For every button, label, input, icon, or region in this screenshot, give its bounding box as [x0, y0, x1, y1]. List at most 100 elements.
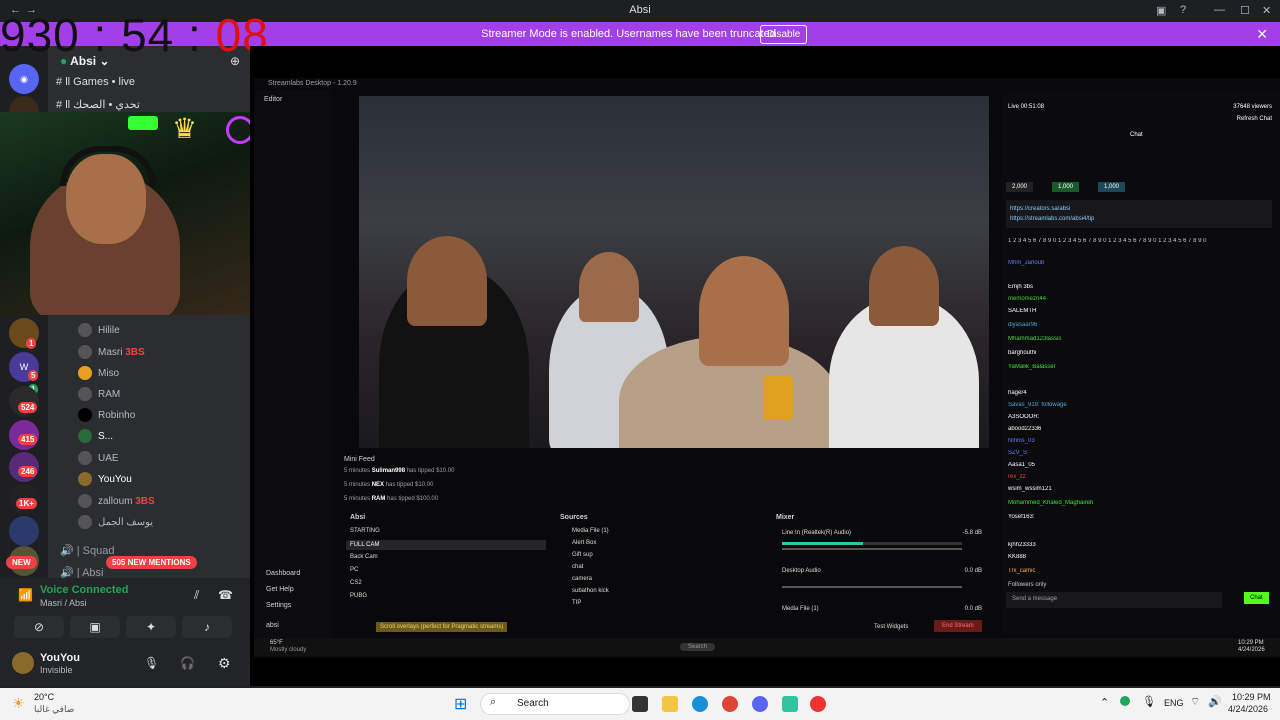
nav-dashboard[interactable]: Dashboard	[266, 570, 300, 577]
member-item[interactable]: zalloum 3BS	[78, 493, 155, 511]
file-explorer-icon[interactable]	[662, 696, 678, 712]
scene-item[interactable]: FULL CAM	[346, 540, 546, 550]
maximize-icon[interactable]: ☐	[1240, 4, 1250, 17]
app-icon[interactable]	[810, 696, 826, 712]
tray-app-icon[interactable]	[1120, 696, 1130, 706]
voice-channel-item[interactable]: 🔊 | Squad	[60, 544, 114, 557]
channel-item[interactable]: # ll تحدي • الصحك	[56, 98, 140, 111]
channel-item[interactable]: # ll Games • live	[56, 76, 135, 88]
chat-input[interactable]: Send a message	[1006, 592, 1222, 608]
volume-icon[interactable]: 🔊	[1208, 695, 1222, 708]
member-item[interactable]: Masri 3BS	[78, 344, 145, 362]
close-icon[interactable]: ✕	[1262, 4, 1271, 17]
volume-slider[interactable]	[782, 548, 962, 550]
screen-share-button[interactable]: ▣	[70, 616, 120, 638]
source-item[interactable]: chat	[572, 564, 583, 570]
disconnect-icon[interactable]: ☎	[218, 588, 233, 602]
member-item[interactable]: YouYou	[78, 471, 132, 489]
source-item[interactable]: Gift sup	[572, 552, 593, 558]
timer-sep: :	[93, 9, 108, 61]
member-item[interactable]: S...	[78, 428, 113, 446]
mixer-db: 0.0 dB	[964, 568, 982, 574]
headphones-icon[interactable]: 🎧	[180, 656, 195, 670]
clock-time[interactable]: 10:29 PM	[1232, 692, 1271, 702]
voice-status: Voice Connected	[40, 584, 129, 596]
camera-toggle-button[interactable]: ⊘	[14, 616, 64, 638]
feed-user: NEX	[371, 482, 385, 488]
edge-icon[interactable]	[692, 696, 708, 712]
person-face	[407, 236, 487, 326]
chat-message: SALEMTH	[1008, 308, 1037, 314]
weather-temp[interactable]: 20°C	[34, 692, 54, 702]
voice-location[interactable]: Masri / Absi	[40, 598, 87, 608]
home-server-icon[interactable]: ◉	[9, 64, 39, 94]
wifi-icon[interactable]: ⌔	[1190, 695, 1200, 709]
end-stream-button[interactable]: End Stream	[934, 620, 982, 632]
disable-streamer-mode-button[interactable]: Disable	[760, 25, 808, 44]
language-indicator[interactable]: ENG	[1164, 698, 1184, 708]
scene-item[interactable]: PUBG	[350, 593, 367, 599]
chat-message: 1 2 3 4 5 6 7 8 9 0 1 2 3 4 5 6 7 8 9 0 …	[1008, 238, 1207, 244]
taskbar-search[interactable]: Search	[480, 693, 630, 715]
source-item[interactable]: Alert Box	[572, 540, 596, 546]
person-face	[699, 256, 789, 366]
windows-start-icon[interactable]: ⊞	[454, 694, 467, 714]
scene-item[interactable]: CS2	[350, 580, 362, 586]
chrome-icon[interactable]	[722, 696, 738, 712]
chevron-up-icon[interactable]: ⌃	[1100, 696, 1109, 709]
chat-send-button[interactable]: Chat	[1244, 592, 1269, 604]
member-item[interactable]: UAE	[78, 450, 119, 468]
member-item[interactable]: Miso	[78, 365, 119, 383]
soundboard-button[interactable]: ♪	[182, 616, 232, 638]
member-item[interactable]: يوسف الجمل	[78, 514, 153, 532]
microphone-tray-icon[interactable]: 🎙	[1142, 695, 1156, 708]
signal-icon[interactable]: 📶	[18, 588, 33, 602]
new-mentions-button[interactable]: 505 NEW MENTIONS	[106, 556, 197, 569]
clock-date[interactable]: 4/24/2026	[1228, 704, 1268, 714]
pinned-message: https://creators.sa/absi https://streaml…	[1006, 200, 1272, 228]
task-view-icon[interactable]	[632, 696, 648, 712]
scene-item[interactable]: PC	[350, 567, 358, 573]
pinned-link[interactable]: https://streamlabs.com/absi4/tip	[1010, 216, 1094, 222]
user-status: Invisible	[40, 665, 73, 675]
volume-slider[interactable]	[782, 586, 962, 588]
member-item[interactable]: RAM	[78, 386, 120, 404]
streamlabs-window: Streamlabs Desktop - 1.20.9 Editor Dashb…	[254, 78, 1280, 658]
help-icon[interactable]: ?	[1180, 4, 1186, 16]
weather-icon[interactable]: ☀	[12, 695, 25, 712]
test-widgets-button[interactable]: Test Widgets	[874, 624, 908, 630]
chat-message: Yosef163:	[1008, 514, 1035, 520]
settings-gear-icon[interactable]: ⚙	[218, 655, 231, 672]
activities-button[interactable]: ✦	[126, 616, 176, 638]
source-item[interactable]: TIP	[572, 600, 581, 606]
chat-message: Mohammed_Khaled_Maghaireh	[1008, 500, 1094, 506]
discord-icon[interactable]	[752, 696, 768, 712]
source-item[interactable]: subathon kick	[572, 588, 609, 594]
new-badge[interactable]: NEW	[6, 556, 37, 569]
inbox-icon[interactable]: ▣	[1156, 4, 1166, 17]
scene-item[interactable]: STARTING	[350, 528, 380, 534]
mixer-source-name: Desktop Audio	[782, 568, 821, 574]
scene-item[interactable]: Back Cam	[350, 554, 378, 560]
nav-settings[interactable]: Settings	[266, 602, 291, 609]
feed-user: RAM	[371, 496, 386, 502]
member-name: Hilile	[98, 325, 120, 336]
source-item[interactable]: Media File (1)	[572, 528, 609, 534]
banner-close-icon[interactable]: ✕	[1256, 26, 1268, 43]
pinned-link[interactable]: https://creators.sa/absi	[1010, 206, 1070, 212]
nav-user[interactable]: absi	[266, 622, 279, 629]
member-item[interactable]: Robinho	[78, 407, 135, 425]
streamlabs-icon[interactable]	[782, 696, 798, 712]
minimize-icon[interactable]: —	[1214, 4, 1225, 16]
user-avatar[interactable]	[12, 652, 34, 674]
nav-get-help[interactable]: Get Help	[266, 586, 294, 593]
notice-banner[interactable]: Scroll overlays (perfect for Pragmatic s…	[376, 622, 508, 632]
server-icon[interactable]	[9, 516, 39, 546]
source-item[interactable]: camera	[572, 576, 592, 582]
member-item[interactable]: Hilile	[78, 322, 120, 340]
refresh-chat-button[interactable]: Refresh Chat	[1237, 116, 1272, 122]
microphone-icon[interactable]: 🎙	[144, 656, 159, 670]
noise-suppression-icon[interactable]: ⫽	[194, 588, 199, 603]
weather-condition[interactable]: صافي غالبا	[34, 704, 74, 715]
editor-nav[interactable]: Editor	[264, 96, 282, 103]
